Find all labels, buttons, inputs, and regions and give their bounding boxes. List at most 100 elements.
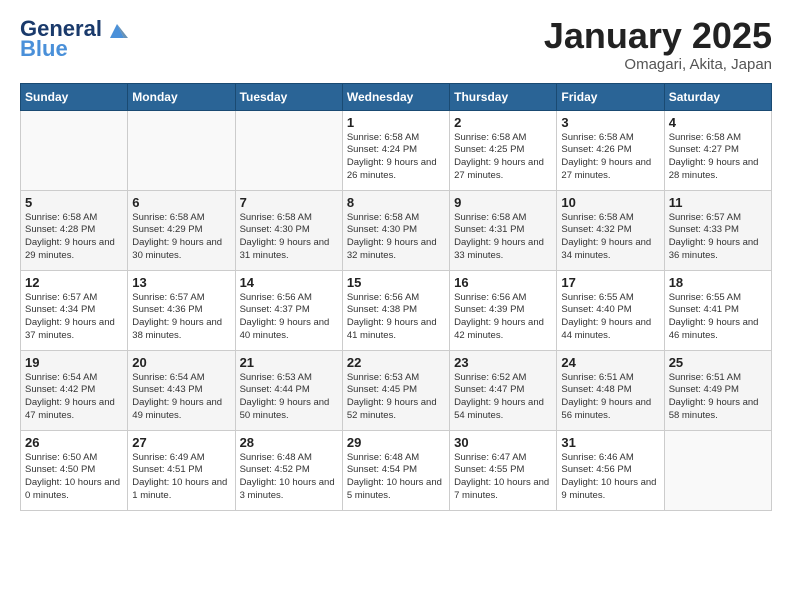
page-title: January 2025 <box>544 16 772 56</box>
day-number: 9 <box>454 195 552 210</box>
day-info: Sunrise: 6:48 AM Sunset: 4:54 PM Dayligh… <box>347 452 445 503</box>
day-number: 11 <box>669 195 767 210</box>
table-row: 28 Sunrise: 6:48 AM Sunset: 4:52 PM Dayli… <box>235 430 342 510</box>
table-row: 1Sunrise: 6:58 AM Sunset: 4:24 PM Daylig… <box>342 110 449 190</box>
day-info: Sunrise: 6:50 AM Sunset: 4:50 PM Dayligh… <box>25 452 123 503</box>
day-number: 14 <box>240 275 338 290</box>
day-info: Sunrise: 6:58 AM Sunset: 4:27 PM Dayligh… <box>669 132 767 183</box>
table-row: 31 Sunrise: 6:46 AM Sunset: 4:56 PM Dayli… <box>557 430 664 510</box>
day-number: 26 <box>25 435 123 450</box>
table-row <box>128 110 235 190</box>
calendar-week-row: 12Sunrise: 6:57 AM Sunset: 4:34 PM Dayli… <box>21 270 772 350</box>
day-info: Sunrise: 6:46 AM Sunset: 4:56 PM Dayligh… <box>561 452 659 503</box>
col-saturday: Saturday <box>664 83 771 110</box>
day-number: 4 <box>669 115 767 130</box>
table-row: 7 Sunrise: 6:58 AM Sunset: 4:30 PM Daylig… <box>235 190 342 270</box>
logo: General Blue <box>20 16 128 62</box>
day-number: 15 <box>347 275 445 290</box>
day-info: Sunrise: 6:58 AM Sunset: 4:29 PM Dayligh… <box>132 212 230 263</box>
table-row <box>21 110 128 190</box>
table-row: 17 Sunrise: 6:55 AM Sunset: 4:40 PM Dayli… <box>557 270 664 350</box>
day-info: Sunrise: 6:57 AM Sunset: 4:34 PM Dayligh… <box>25 292 123 343</box>
day-number: 18 <box>669 275 767 290</box>
table-row: 13 Sunrise: 6:57 AM Sunset: 4:36 PM Dayli… <box>128 270 235 350</box>
day-info: Sunrise: 6:47 AM Sunset: 4:55 PM Dayligh… <box>454 452 552 503</box>
table-row: 20Sunrise: 6:54 AM Sunset: 4:43 PM Dayli… <box>128 350 235 430</box>
table-row: 2 Sunrise: 6:58 AM Sunset: 4:25 PM Daylig… <box>450 110 557 190</box>
day-number: 10 <box>561 195 659 210</box>
page: General Blue January 2025 Omagari, Akita… <box>0 0 792 527</box>
day-number: 25 <box>669 355 767 370</box>
day-info: Sunrise: 6:49 AM Sunset: 4:51 PM Dayligh… <box>132 452 230 503</box>
calendar-header-row: Sunday Monday Tuesday Wednesday Thursday… <box>21 83 772 110</box>
day-number: 1 <box>347 115 445 130</box>
day-number: 22 <box>347 355 445 370</box>
title-block: January 2025 Omagari, Akita, Japan <box>544 16 772 73</box>
day-number: 19 <box>25 355 123 370</box>
table-row: 25Sunrise: 6:51 AM Sunset: 4:49 PM Dayli… <box>664 350 771 430</box>
calendar-week-row: 19Sunrise: 6:54 AM Sunset: 4:42 PM Dayli… <box>21 350 772 430</box>
table-row: 19Sunrise: 6:54 AM Sunset: 4:42 PM Dayli… <box>21 350 128 430</box>
table-row: 10Sunrise: 6:58 AM Sunset: 4:32 PM Dayli… <box>557 190 664 270</box>
day-info: Sunrise: 6:55 AM Sunset: 4:41 PM Dayligh… <box>669 292 767 343</box>
day-number: 16 <box>454 275 552 290</box>
table-row: 3 Sunrise: 6:58 AM Sunset: 4:26 PM Daylig… <box>557 110 664 190</box>
table-row: 27 Sunrise: 6:49 AM Sunset: 4:51 PM Dayli… <box>128 430 235 510</box>
table-row <box>235 110 342 190</box>
day-info: Sunrise: 6:48 AM Sunset: 4:52 PM Dayligh… <box>240 452 338 503</box>
day-number: 6 <box>132 195 230 210</box>
table-row: 5Sunrise: 6:58 AM Sunset: 4:28 PM Daylig… <box>21 190 128 270</box>
header: General Blue January 2025 Omagari, Akita… <box>20 16 772 73</box>
day-info: Sunrise: 6:56 AM Sunset: 4:37 PM Dayligh… <box>240 292 338 343</box>
table-row: 4 Sunrise: 6:58 AM Sunset: 4:27 PM Daylig… <box>664 110 771 190</box>
day-info: Sunrise: 6:57 AM Sunset: 4:36 PM Dayligh… <box>132 292 230 343</box>
day-info: Sunrise: 6:57 AM Sunset: 4:33 PM Dayligh… <box>669 212 767 263</box>
table-row: 26 Sunrise: 6:50 AM Sunset: 4:50 PM Dayli… <box>21 430 128 510</box>
day-number: 31 <box>561 435 659 450</box>
day-number: 20 <box>132 355 230 370</box>
col-sunday: Sunday <box>21 83 128 110</box>
day-number: 17 <box>561 275 659 290</box>
table-row: 15 Sunrise: 6:56 AM Sunset: 4:38 PM Dayli… <box>342 270 449 350</box>
table-row: 12Sunrise: 6:57 AM Sunset: 4:34 PM Dayli… <box>21 270 128 350</box>
calendar-week-row: 1Sunrise: 6:58 AM Sunset: 4:24 PM Daylig… <box>21 110 772 190</box>
day-number: 24 <box>561 355 659 370</box>
day-info: Sunrise: 6:58 AM Sunset: 4:25 PM Dayligh… <box>454 132 552 183</box>
table-row <box>664 430 771 510</box>
day-number: 5 <box>25 195 123 210</box>
table-row: 22 Sunrise: 6:53 AM Sunset: 4:45 PM Dayli… <box>342 350 449 430</box>
table-row: 11 Sunrise: 6:57 AM Sunset: 4:33 PM Dayli… <box>664 190 771 270</box>
day-info: Sunrise: 6:58 AM Sunset: 4:26 PM Dayligh… <box>561 132 659 183</box>
day-number: 21 <box>240 355 338 370</box>
day-info: Sunrise: 6:56 AM Sunset: 4:39 PM Dayligh… <box>454 292 552 343</box>
day-number: 13 <box>132 275 230 290</box>
day-info: Sunrise: 6:58 AM Sunset: 4:30 PM Dayligh… <box>240 212 338 263</box>
logo-icon <box>106 20 128 38</box>
day-number: 7 <box>240 195 338 210</box>
day-number: 27 <box>132 435 230 450</box>
table-row: 14 Sunrise: 6:56 AM Sunset: 4:37 PM Dayli… <box>235 270 342 350</box>
col-thursday: Thursday <box>450 83 557 110</box>
page-subtitle: Omagari, Akita, Japan <box>544 56 772 73</box>
day-info: Sunrise: 6:55 AM Sunset: 4:40 PM Dayligh… <box>561 292 659 343</box>
day-number: 29 <box>347 435 445 450</box>
table-row: 9 Sunrise: 6:58 AM Sunset: 4:31 PM Daylig… <box>450 190 557 270</box>
day-info: Sunrise: 6:58 AM Sunset: 4:31 PM Dayligh… <box>454 212 552 263</box>
table-row: 29 Sunrise: 6:48 AM Sunset: 4:54 PM Dayli… <box>342 430 449 510</box>
calendar-week-row: 5Sunrise: 6:58 AM Sunset: 4:28 PM Daylig… <box>21 190 772 270</box>
table-row: 6 Sunrise: 6:58 AM Sunset: 4:29 PM Daylig… <box>128 190 235 270</box>
day-info: Sunrise: 6:53 AM Sunset: 4:45 PM Dayligh… <box>347 372 445 423</box>
day-info: Sunrise: 6:53 AM Sunset: 4:44 PM Dayligh… <box>240 372 338 423</box>
day-info: Sunrise: 6:56 AM Sunset: 4:38 PM Dayligh… <box>347 292 445 343</box>
col-monday: Monday <box>128 83 235 110</box>
day-number: 28 <box>240 435 338 450</box>
table-row: 18 Sunrise: 6:55 AM Sunset: 4:41 PM Dayli… <box>664 270 771 350</box>
calendar-table: Sunday Monday Tuesday Wednesday Thursday… <box>20 83 772 511</box>
day-number: 2 <box>454 115 552 130</box>
logo-blue: Blue <box>20 36 68 62</box>
table-row: 24 Sunrise: 6:51 AM Sunset: 4:48 PM Dayli… <box>557 350 664 430</box>
day-number: 3 <box>561 115 659 130</box>
day-info: Sunrise: 6:51 AM Sunset: 4:48 PM Dayligh… <box>561 372 659 423</box>
calendar-week-row: 26 Sunrise: 6:50 AM Sunset: 4:50 PM Dayli… <box>21 430 772 510</box>
day-info: Sunrise: 6:52 AM Sunset: 4:47 PM Dayligh… <box>454 372 552 423</box>
